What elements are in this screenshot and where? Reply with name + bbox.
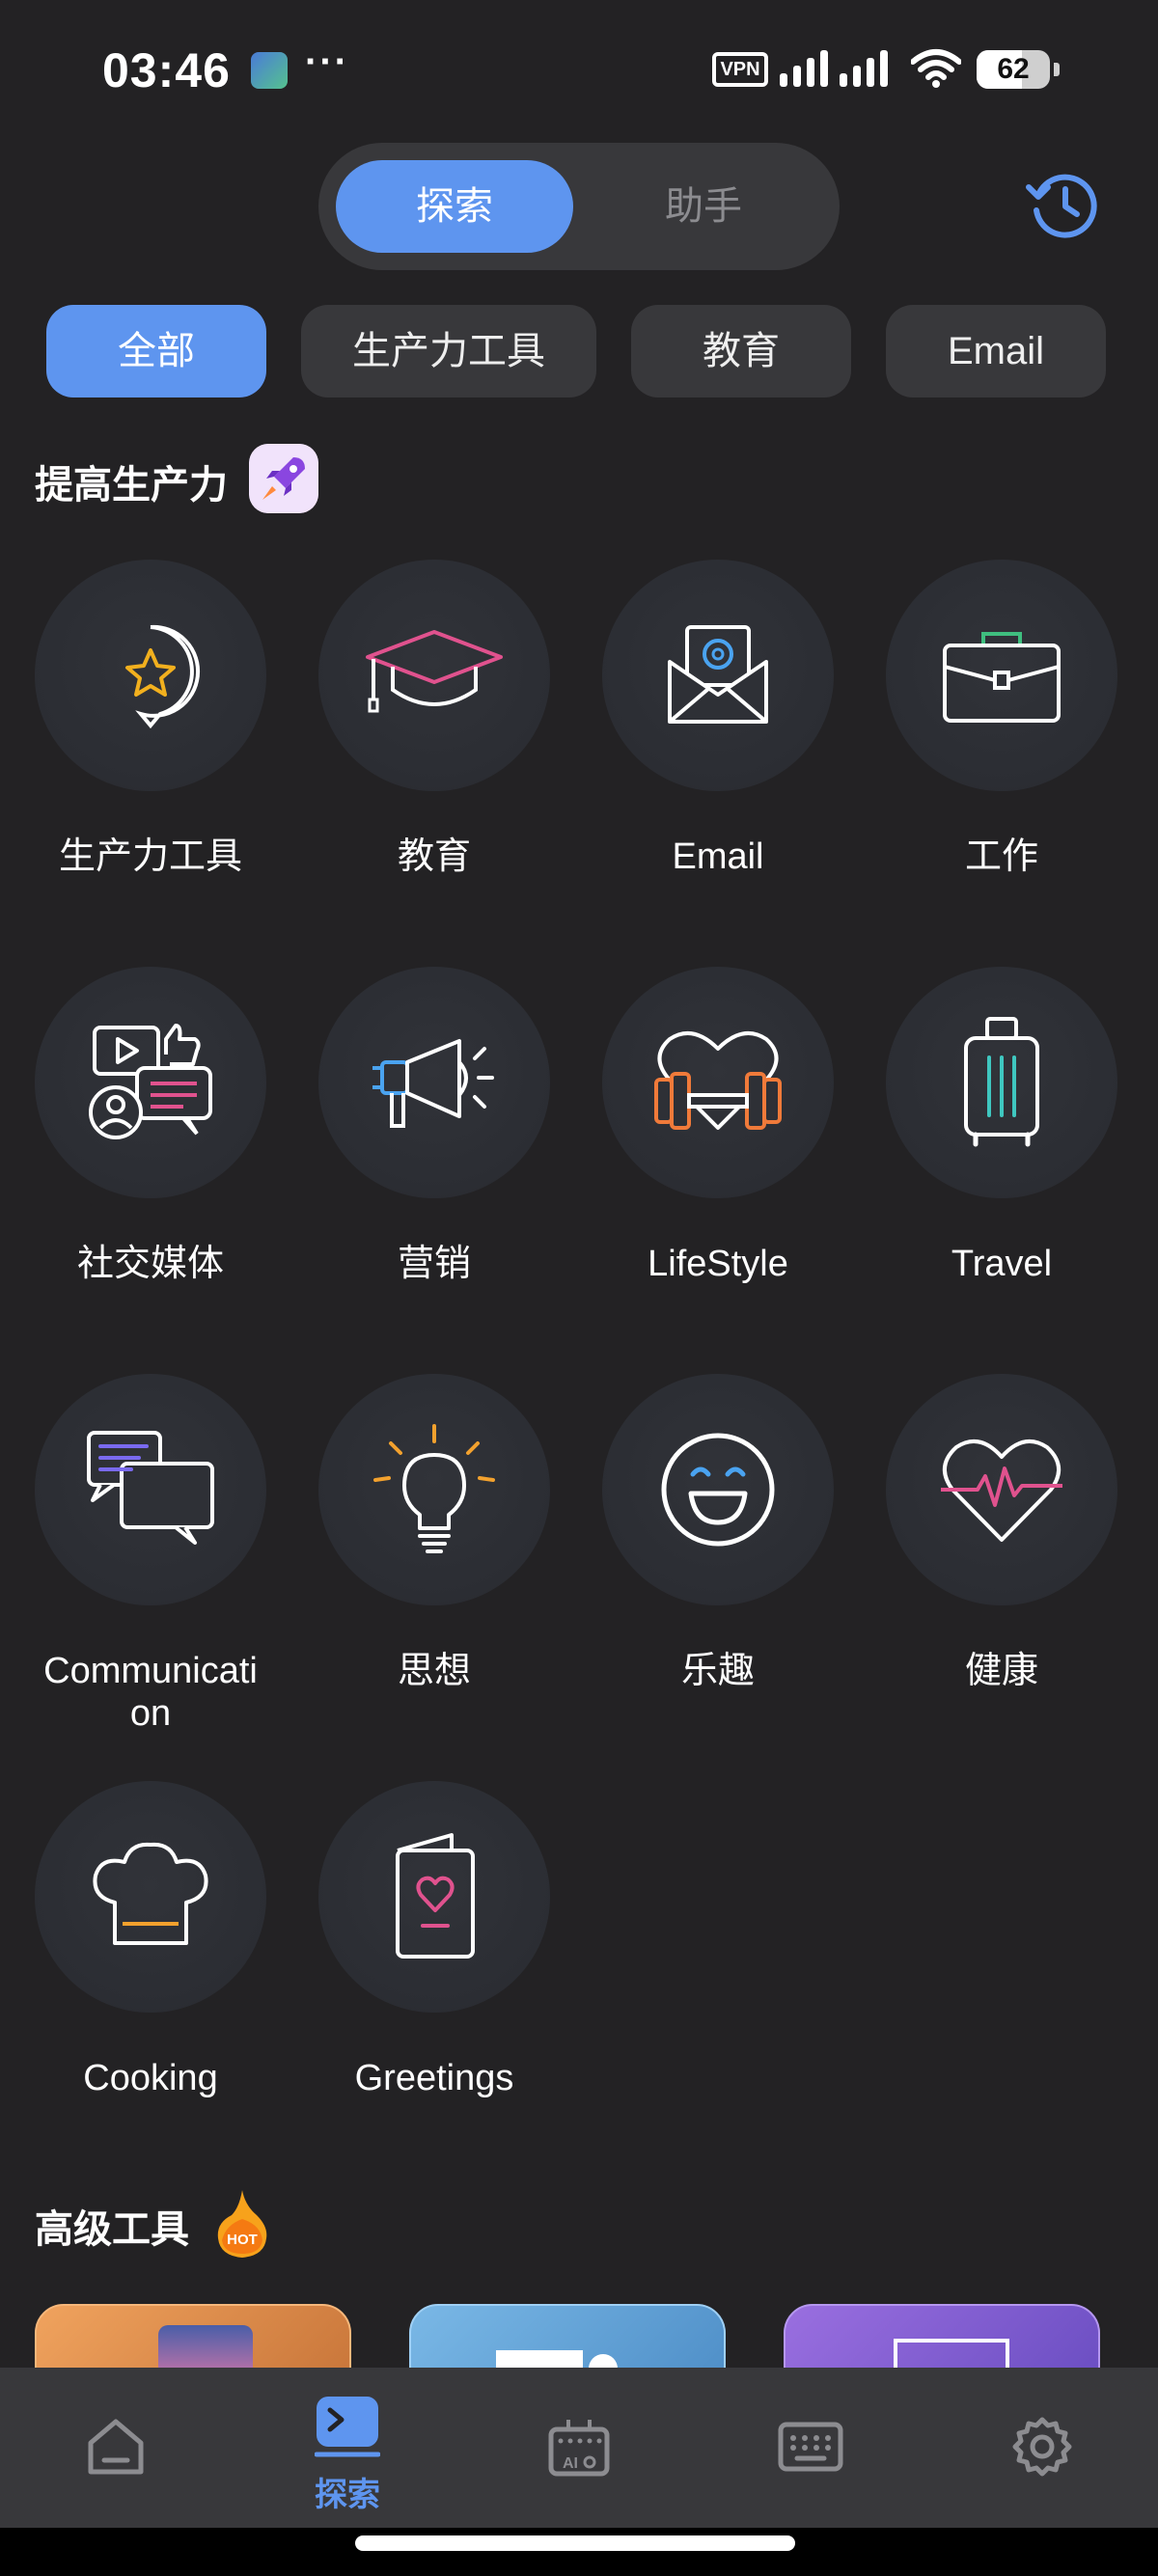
category-greetings[interactable]: Greetings — [299, 1781, 569, 2099]
heart-pulse-icon — [941, 1439, 1062, 1542]
category-productivity-tools[interactable]: 生产力工具 — [15, 560, 286, 878]
nav-keyboard[interactable] — [733, 2368, 888, 2528]
top-tab-switcher: 探索 助手 — [318, 143, 840, 270]
app-notification-icon — [251, 52, 288, 89]
category-communication[interactable]: Communication — [15, 1374, 286, 1735]
nav-ai-keyboard[interactable]: AI — [502, 2368, 656, 2528]
suitcase-icon — [964, 1017, 1039, 1147]
category-social-media[interactable]: 社交媒体 — [15, 967, 286, 1285]
tab-explore[interactable]: 探索 — [336, 160, 573, 253]
status-bar: 03:46 ··· VPN 62 — [0, 0, 1158, 135]
category-lifestyle[interactable]: LifeStyle — [583, 967, 853, 1285]
lightbulb-icon — [373, 1424, 495, 1553]
keyboard-icon — [778, 2422, 843, 2472]
graduation-cap-icon — [366, 630, 503, 713]
nav-explore[interactable]: 探索 — [270, 2368, 425, 2528]
battery-level: 62 — [997, 53, 1030, 85]
tab-assistant[interactable]: 助手 — [585, 160, 822, 253]
explore-terminal-icon — [315, 2397, 380, 2457]
filter-education[interactable]: 教育 — [631, 305, 851, 397]
svg-text:HOT: HOT — [227, 2232, 258, 2248]
category-fun[interactable]: 乐趣 — [583, 1374, 853, 1692]
email-envelope-icon — [668, 625, 768, 724]
nav-explore-label: 探索 — [315, 2477, 380, 2513]
megaphone-icon — [372, 1039, 494, 1128]
vpn-icon: VPN — [712, 52, 768, 87]
category-health[interactable]: 健康 — [867, 1374, 1137, 1692]
status-time: 03:46 — [102, 43, 231, 97]
category-cooking[interactable]: Cooking — [15, 1781, 286, 2099]
category-education[interactable]: 教育 — [299, 560, 569, 878]
category-email[interactable]: Email — [583, 560, 853, 878]
svg-text:AI: AI — [563, 2455, 578, 2472]
star-bubble-icon — [125, 624, 201, 729]
category-ideas[interactable]: 思想 — [299, 1374, 569, 1692]
battery-icon: 62 — [977, 50, 1060, 89]
nav-settings[interactable] — [965, 2368, 1119, 2528]
section-title-premium: 高级工具 — [35, 2208, 189, 2251]
chat-bubbles-icon — [87, 1431, 214, 1545]
history-clock-icon[interactable] — [1025, 166, 1104, 245]
nav-home[interactable] — [39, 2368, 193, 2528]
hot-flame-icon: HOT — [217, 2190, 267, 2258]
category-travel[interactable]: Travel — [867, 967, 1137, 1285]
home-indicator[interactable] — [355, 2535, 795, 2551]
wifi-icon — [911, 49, 961, 88]
home-icon — [88, 2419, 144, 2475]
filter-email[interactable]: Email — [886, 305, 1106, 397]
signal-icon — [780, 50, 888, 87]
chef-hat-icon — [93, 1842, 208, 1945]
ai-keyboard-icon: AI — [548, 2420, 610, 2477]
social-media-icon — [89, 1024, 212, 1139]
filter-all[interactable]: 全部 — [46, 305, 266, 397]
heart-dumbbell-icon — [654, 1030, 782, 1130]
filter-productivity[interactable]: 生产力工具 — [301, 305, 596, 397]
category-work[interactable]: 工作 — [867, 560, 1137, 878]
settings-gear-icon — [1012, 2417, 1072, 2477]
bottom-navigation: 探索 AI — [0, 2368, 1158, 2528]
more-notifications-icon: ··· — [305, 41, 349, 83]
smiley-icon — [661, 1433, 775, 1547]
greeting-card-icon — [396, 1833, 475, 1959]
briefcase-icon — [943, 632, 1061, 723]
rocket-icon — [249, 444, 318, 513]
section-title-productivity: 提高生产力 — [35, 464, 228, 507]
category-marketing[interactable]: 营销 — [299, 967, 569, 1285]
